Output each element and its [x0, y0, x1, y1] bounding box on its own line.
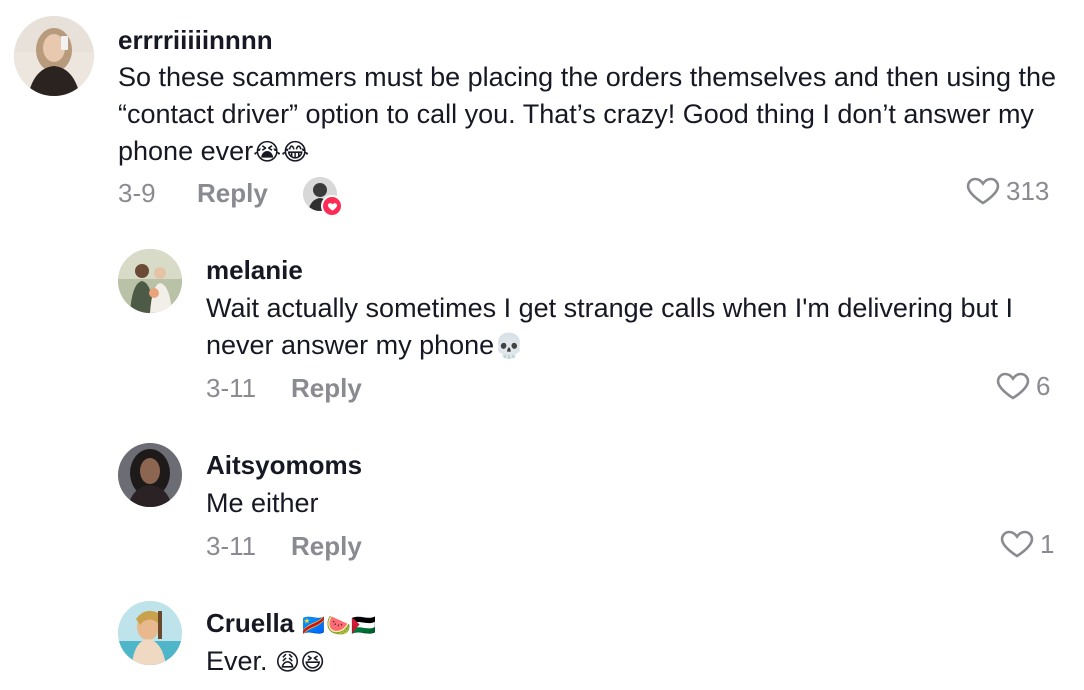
avatar[interactable]: [118, 443, 182, 507]
like-button[interactable]: 6: [996, 371, 1050, 401]
heart-icon: [996, 372, 1030, 400]
like-count: 6: [1036, 371, 1051, 401]
comment-emojis: 💀: [494, 332, 525, 360]
comment-text: Me either: [206, 485, 1056, 522]
comment-text: So these scammers must be placing the or…: [118, 59, 1058, 171]
reply-button[interactable]: Reply: [291, 531, 362, 561]
like-count: 313: [1006, 176, 1050, 206]
comment-date: 3-9: [118, 178, 156, 208]
avatar[interactable]: [118, 601, 182, 665]
like-button[interactable]: 313: [966, 176, 1049, 206]
comment-date: 3-11: [206, 531, 257, 561]
creator-liked-avatar: [303, 177, 343, 217]
username-text: Cruella: [206, 608, 295, 638]
comment-emojis: 😭😂: [253, 138, 310, 166]
username-emojis: 🇨🇩🍉🇵🇸: [301, 613, 377, 637]
comment-text: Wait actually sometimes I get strange ca…: [206, 290, 1056, 365]
comment-text-body: Ever.: [206, 646, 268, 676]
heart-icon: [1000, 530, 1034, 558]
username[interactable]: Cruella 🇨🇩🍉🇵🇸: [206, 608, 376, 640]
avatar[interactable]: [14, 16, 94, 96]
avatar[interactable]: [118, 249, 182, 313]
avatar-photo: [118, 249, 182, 313]
username[interactable]: errrriiiiinnnn: [118, 25, 273, 55]
username[interactable]: melanie: [206, 255, 303, 285]
like-count: 1: [1040, 529, 1055, 559]
reply-button[interactable]: Reply: [197, 178, 268, 208]
reply-button[interactable]: Reply: [291, 373, 362, 403]
comment-text-body: Me either: [206, 488, 319, 518]
comment-text-body: Wait actually sometimes I get strange ca…: [206, 293, 1013, 360]
heart-badge-icon: [321, 195, 343, 217]
avatar-photo: [14, 16, 94, 96]
like-button[interactable]: 1: [1000, 529, 1054, 559]
heart-icon: [966, 177, 1000, 205]
comment-date: 3-11: [206, 373, 257, 403]
comment-emojis: 😩😆: [275, 648, 326, 676]
avatar-photo: [118, 443, 182, 507]
comment-text: Ever. 😩😆: [206, 643, 1056, 681]
avatar-photo: [118, 601, 182, 665]
username[interactable]: Aitsyomoms: [206, 450, 362, 480]
